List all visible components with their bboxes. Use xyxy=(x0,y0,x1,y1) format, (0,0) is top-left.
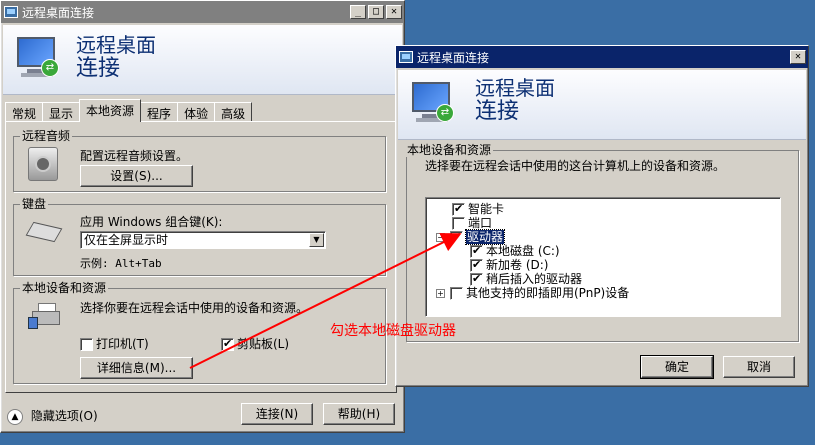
collapse-icon[interactable]: − xyxy=(436,233,445,242)
tree-item-new-volume[interactable]: 新加卷 (D:) xyxy=(470,258,548,272)
right-devices-group: 本地设备和资源 选择要在远程会话中使用的这台计算机上的设备和资源。 智能卡 端口… xyxy=(405,143,799,342)
left-dialog: 远程桌面连接 _ □ ✕ ⇄ 远程桌面 连接 常规 显示 本地资源 程序 体验 … xyxy=(0,0,405,433)
keyboard-icon xyxy=(25,221,63,243)
smart-card-label: 智能卡 xyxy=(468,202,505,216)
right-devices-label: 本地设备和资源 xyxy=(405,143,494,157)
right-banner: ⇄ 远程桌面 连接 xyxy=(398,70,806,140)
tree-item-local-disk[interactable]: 本地磁盘 (C:) xyxy=(470,244,560,258)
later-drives-label: 稍后插入的驱动器 xyxy=(486,272,583,286)
close-icon[interactable]: ✕ xyxy=(790,50,806,64)
annotation-text: 勾选本地磁盘驱动器 xyxy=(330,323,456,339)
cancel-button[interactable]: 取消 xyxy=(723,356,795,378)
example-text: 示例: Alt+Tab xyxy=(80,257,162,270)
tab-local-resources[interactable]: 本地资源 xyxy=(79,99,142,122)
windows-keys-select[interactable]: 仅在全屏显示时 ▼ xyxy=(80,231,326,249)
connect-button[interactable]: 连接(N) xyxy=(241,403,313,425)
left-banner-line1: 远程桌面 xyxy=(76,33,156,57)
left-tabs: 常规 显示 本地资源 程序 体验 高级 xyxy=(5,99,253,122)
new-volume-label: 新加卷 (D:) xyxy=(486,258,549,272)
right-titlebar[interactable]: 远程桌面连接 ✕ xyxy=(396,46,808,68)
tab-programs[interactable]: 程序 xyxy=(140,102,179,122)
tab-experience[interactable]: 体验 xyxy=(177,102,216,122)
left-banner: ⇄ 远程桌面 连接 xyxy=(3,25,402,95)
details-button[interactable]: 详细信息(M)... xyxy=(80,357,193,379)
keyboard-group: 键盘 应用 Windows 组合键(K): 仅在全屏显示时 ▼ 示例: Alt+… xyxy=(13,197,386,276)
help-button[interactable]: 帮助(H) xyxy=(323,403,395,425)
new-volume-checkbox[interactable] xyxy=(470,258,483,272)
tab-general[interactable]: 常规 xyxy=(5,102,44,122)
audio-description: 配置远程音频设置。 xyxy=(80,149,189,163)
left-window-title: 远程桌面连接 xyxy=(22,5,95,20)
local-disk-label: 本地磁盘 (C:) xyxy=(486,244,560,258)
left-titlebar[interactable]: 远程桌面连接 _ □ ✕ xyxy=(1,1,404,23)
rdp-app-icon xyxy=(399,51,413,63)
ok-button[interactable]: 确定 xyxy=(640,355,714,379)
printer-option[interactable]: 打印机(T) xyxy=(80,335,149,352)
port-label: 端口 xyxy=(468,216,493,230)
devices-tree: 智能卡 端口 −驱动器 本地磁盘 (C:) 新加卷 (D:) 稍后插入的驱动器 … xyxy=(425,197,781,317)
tree-item-smart-card[interactable]: 智能卡 xyxy=(452,202,504,216)
drives-label: 驱动器 xyxy=(464,229,506,245)
printer-label: 打印机(T) xyxy=(96,337,149,351)
smart-card-checkbox[interactable] xyxy=(452,202,465,216)
clipboard-checkbox[interactable] xyxy=(221,337,234,351)
later-drives-checkbox[interactable] xyxy=(470,272,483,286)
clipboard-label: 剪贴板(L) xyxy=(237,337,290,351)
right-dialog: 远程桌面连接 ✕ ⇄ 远程桌面 连接 本地设备和资源 选择要在远程会话中使用的这… xyxy=(395,45,809,387)
remote-audio-group: 远程音频 配置远程音频设置。 设置(S)... xyxy=(13,129,386,192)
windows-keys-selected: 仅在全屏显示时 xyxy=(84,233,169,247)
tree-item-port[interactable]: 端口 xyxy=(452,216,492,230)
printer-checkbox[interactable] xyxy=(80,338,93,351)
keyboard-label: 键盘 xyxy=(20,197,49,211)
maximize-icon[interactable]: □ xyxy=(368,5,384,19)
pnp-checkbox[interactable] xyxy=(450,287,463,300)
hide-options-label: 隐藏选项(O) xyxy=(30,409,98,423)
right-banner-line1: 远程桌面 xyxy=(475,76,555,100)
hide-options-toggle[interactable]: ▲ 隐藏选项(O) xyxy=(7,407,98,425)
monitor-icon: ⇄ xyxy=(13,35,63,81)
minimize-icon[interactable]: _ xyxy=(350,5,366,19)
right-devices-description: 选择要在远程会话中使用的这台计算机上的设备和资源。 xyxy=(425,159,726,173)
tree-item-drives[interactable]: − 驱动器 xyxy=(436,229,506,245)
local-disk-checkbox[interactable] xyxy=(470,244,483,258)
printer-device-icon xyxy=(28,303,62,331)
apply-windows-keys-label: 应用 Windows 组合键(K): xyxy=(80,215,223,229)
pnp-label: 其他支持的即插即用(PnP)设备 xyxy=(466,286,630,300)
right-window-title: 远程桌面连接 xyxy=(417,50,490,65)
chevron-down-icon[interactable]: ▼ xyxy=(309,233,324,247)
local-devices-label: 本地设备和资源 xyxy=(20,281,109,295)
left-banner-line2: 连接 xyxy=(76,56,121,81)
tree-item-later-drives[interactable]: 稍后插入的驱动器 xyxy=(470,272,582,286)
local-devices-description: 选择你要在远程会话中使用的设备和资源。 xyxy=(80,301,309,315)
local-resources-panel: 远程音频 配置远程音频设置。 设置(S)... 键盘 应用 Windows 组合… xyxy=(5,121,397,393)
monitor-icon: ⇄ xyxy=(408,80,458,126)
expand-icon[interactable]: + xyxy=(436,289,445,298)
port-checkbox[interactable] xyxy=(452,217,465,230)
drives-checkbox[interactable] xyxy=(450,230,463,244)
tab-advanced[interactable]: 高级 xyxy=(214,102,253,122)
audio-settings-button[interactable]: 设置(S)... xyxy=(80,165,193,187)
tab-display[interactable]: 显示 xyxy=(42,102,81,122)
chevron-up-icon[interactable]: ▲ xyxy=(7,408,23,425)
rdp-app-icon xyxy=(4,6,18,18)
right-banner-line2: 连接 xyxy=(475,99,520,124)
close-icon[interactable]: ✕ xyxy=(386,5,402,19)
clipboard-option[interactable]: 剪贴板(L) xyxy=(221,335,289,352)
remote-audio-label: 远程音频 xyxy=(20,129,73,143)
tree-item-pnp-devices[interactable]: + 其他支持的即插即用(PnP)设备 xyxy=(436,286,629,300)
speaker-icon xyxy=(28,147,58,181)
